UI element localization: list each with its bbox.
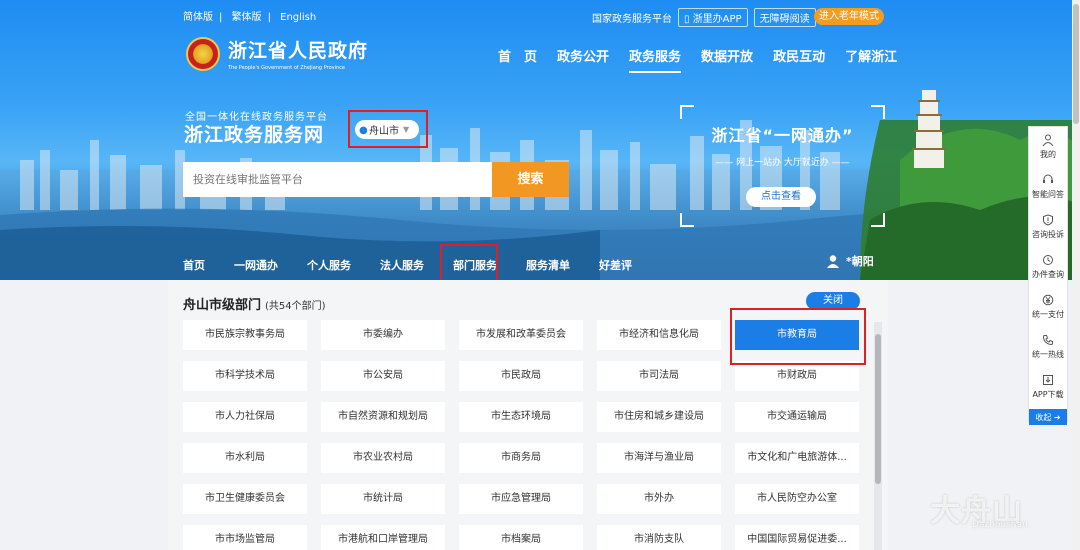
- department-item[interactable]: 市交通运输局: [735, 402, 859, 432]
- department-item[interactable]: 市卫生健康委员会: [183, 484, 307, 514]
- hero-header: 简体版 | 繁体版 | English 国家政务服务平台 ▯ 浙里办APP 无障碍阅…: [0, 0, 1080, 280]
- department-item[interactable]: 市人民防空办公室: [735, 484, 859, 514]
- department-item[interactable]: 市消防支队: [597, 525, 721, 550]
- city-highlight-box: ● 舟山市 ▼: [348, 110, 428, 148]
- department-item[interactable]: 市民政局: [459, 361, 583, 391]
- main-nav-public[interactable]: 政务公开: [557, 46, 609, 73]
- logo-english: The People's Government of Zhejiang Prov…: [228, 65, 345, 71]
- user-account[interactable]: *朝阳: [826, 253, 874, 269]
- sub-nav-home[interactable]: 首页: [183, 257, 205, 273]
- main-nav-home[interactable]: 首 页: [498, 46, 537, 73]
- yuan-icon: [1042, 294, 1054, 306]
- person-icon: [1042, 134, 1054, 146]
- history-icon: [1043, 255, 1053, 265]
- department-item[interactable]: 市生态环境局: [459, 402, 583, 432]
- user-name: *朝阳: [846, 255, 874, 268]
- search-button[interactable]: 搜索: [492, 162, 569, 197]
- department-item[interactable]: 市发展和改革委员会: [459, 320, 583, 350]
- main-nav: 首 页 政务公开 政务服务 数据开放 政民互动 了解浙江: [498, 46, 917, 73]
- main-nav-interaction[interactable]: 政民互动: [773, 46, 825, 73]
- department-item[interactable]: 市自然资源和规划局: [321, 402, 445, 432]
- search-bar: 搜索: [183, 162, 569, 197]
- logo-name: 浙江省人民政府: [228, 40, 369, 62]
- phone-icon: [1042, 335, 1053, 346]
- search-input[interactable]: [183, 162, 492, 197]
- watermark-sub: Dazhoushan: [972, 520, 1028, 530]
- department-item[interactable]: 市公安局: [321, 361, 445, 391]
- language-switcher: 简体版 | 繁体版 | English: [183, 12, 317, 23]
- department-scroll-thumb[interactable]: [875, 334, 881, 484]
- department-item[interactable]: 市统计局: [321, 484, 445, 514]
- department-item[interactable]: 市科学技术局: [183, 361, 307, 391]
- accessibility-link[interactable]: 无障碍阅读: [753, 8, 816, 27]
- toolbar-collapse-button[interactable]: 收起 ➜: [1029, 409, 1067, 425]
- sub-nav-corporate[interactable]: 法人服务: [380, 257, 424, 273]
- department-item[interactable]: 市住房和城乡建设局: [597, 402, 721, 432]
- department-item[interactable]: 市商务局: [459, 443, 583, 473]
- selected-department-highlight-box: [730, 308, 866, 365]
- city-name: 舟山市: [369, 126, 399, 137]
- tool-query[interactable]: 办件查询: [1029, 247, 1067, 287]
- tool-smart-qa[interactable]: 智能问答: [1029, 167, 1067, 207]
- banner-view-button[interactable]: 点击查看: [746, 187, 816, 207]
- national-platform-link[interactable]: 国家政务服务平台: [592, 10, 672, 25]
- department-item[interactable]: 中国国际贸易促进委...: [735, 525, 859, 550]
- sub-nav-rating[interactable]: 好差评: [599, 257, 632, 273]
- national-emblem-icon: [186, 36, 220, 71]
- department-item[interactable]: 市民族宗教事务局: [183, 320, 307, 350]
- department-panel-title: 舟山市级部门 (共54个部门): [183, 298, 326, 313]
- sub-nav-one-stop[interactable]: 一网通办: [234, 257, 278, 273]
- headset-icon: [1043, 174, 1053, 183]
- right-toolbar: 我的 智能问答 咨询投诉 办件查询 统一支付 统一热线 APP下载 收起 ➜: [1028, 126, 1068, 425]
- department-item[interactable]: 市财政局: [735, 361, 859, 391]
- tool-app-download[interactable]: APP下载: [1029, 367, 1067, 407]
- arrow-right-icon: ➜: [1053, 412, 1061, 422]
- download-icon: [1043, 375, 1053, 385]
- banner-subtitle: —— 网上一站办 大厅就近办 ——: [715, 158, 850, 168]
- department-item[interactable]: 市外办: [597, 484, 721, 514]
- app-link[interactable]: ▯ 浙里办APP: [678, 8, 748, 27]
- user-avatar-icon: [827, 255, 839, 268]
- tool-payment[interactable]: 统一支付: [1029, 287, 1067, 327]
- department-item[interactable]: 市港航和口岸管理局: [321, 525, 445, 550]
- department-item[interactable]: 市农业农村局: [321, 443, 445, 473]
- department-item[interactable]: 市档案局: [459, 525, 583, 550]
- department-item[interactable]: 市文化和广电旅游体...: [735, 443, 859, 473]
- department-item[interactable]: 市人力社保局: [183, 402, 307, 432]
- city-selector[interactable]: ● 舟山市 ▼: [355, 120, 419, 139]
- banner-title: 浙江省“一网通办”: [711, 126, 854, 145]
- one-stop-banner: 浙江省“一网通办” —— 网上一站办 大厅就近办 —— 点击查看: [680, 105, 885, 227]
- shield-icon: [1043, 214, 1053, 226]
- department-item[interactable]: 市经济和信息化局: [597, 320, 721, 350]
- location-pin-icon: ●: [359, 124, 368, 136]
- elder-mode-button[interactable]: 进入老年模式: [814, 8, 884, 25]
- department-item[interactable]: 市水利局: [183, 443, 307, 473]
- main-nav-about[interactable]: 了解浙江: [845, 46, 897, 73]
- department-item[interactable]: 市市场监管局: [183, 525, 307, 550]
- sub-nav-service-list[interactable]: 服务清单: [526, 257, 570, 273]
- main-nav-data[interactable]: 数据开放: [701, 46, 753, 73]
- tool-mine[interactable]: 我的: [1029, 127, 1067, 167]
- lang-english-link[interactable]: English: [280, 12, 316, 23]
- department-nav-highlight-box: [440, 244, 498, 280]
- department-item[interactable]: 市海洋与渔业局: [597, 443, 721, 473]
- lang-simplified-link[interactable]: 简体版: [183, 12, 213, 23]
- tool-hotline[interactable]: 统一热线: [1029, 327, 1067, 367]
- service-title: 浙江政务服务网: [184, 124, 325, 146]
- department-item[interactable]: 市委编办: [321, 320, 445, 350]
- sub-nav: 首页 一网通办 个人服务 法人服务 部门服务 服务清单 好差评: [183, 257, 661, 273]
- page-scrollbar-thumb[interactable]: [1073, 4, 1079, 124]
- department-item[interactable]: 市应急管理局: [459, 484, 583, 514]
- lang-traditional-link[interactable]: 繁体版: [232, 12, 262, 23]
- site-logo[interactable]: 浙江省人民政府 The People's Government of Zheji…: [186, 36, 368, 71]
- sub-nav-personal[interactable]: 个人服务: [307, 257, 351, 273]
- department-count: (共54个部门): [265, 301, 326, 312]
- chevron-down-icon: ▼: [403, 125, 410, 134]
- department-item[interactable]: 市司法局: [597, 361, 721, 391]
- top-links: 国家政务服务平台 ▯ 浙里办APP 无障碍阅读: [592, 8, 816, 27]
- tool-complaint[interactable]: 咨询投诉: [1029, 207, 1067, 247]
- main-nav-services[interactable]: 政务服务: [629, 46, 682, 73]
